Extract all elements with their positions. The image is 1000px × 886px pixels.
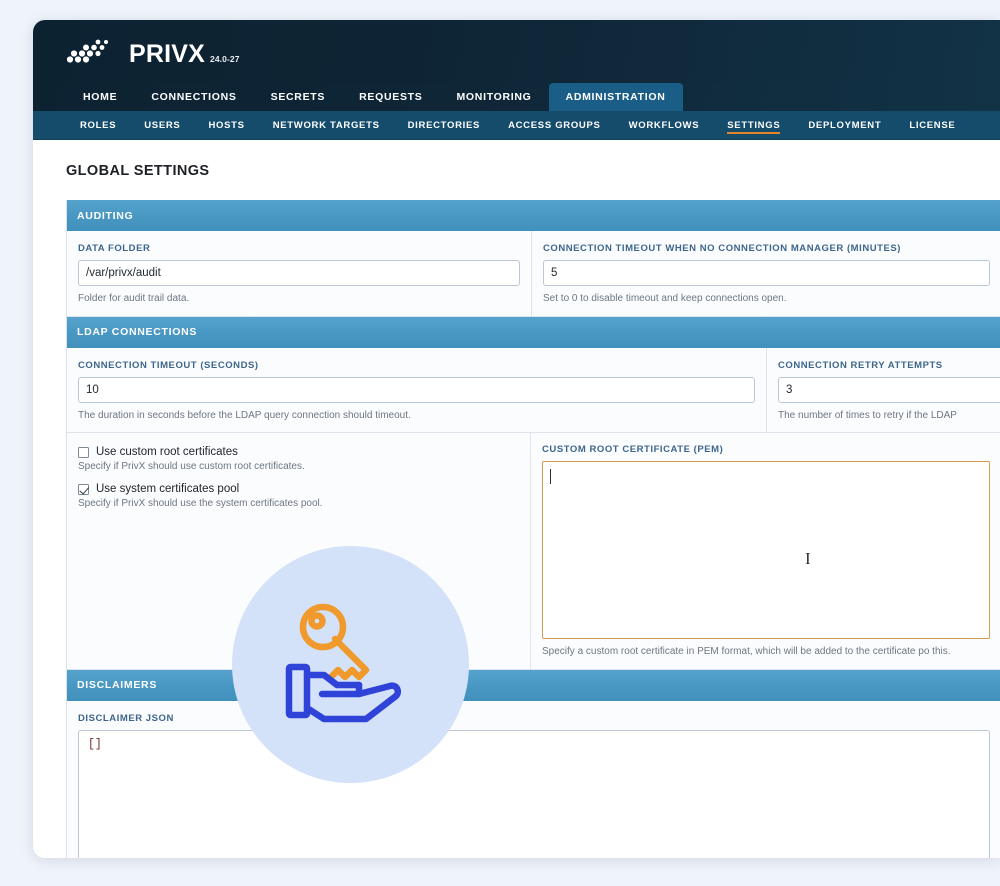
subnav-item-workflows[interactable]: WORKFLOWS bbox=[615, 111, 714, 139]
nav-item-monitoring[interactable]: MONITORING bbox=[439, 83, 548, 111]
nav-item-home[interactable]: HOME bbox=[66, 83, 134, 111]
section-header-disclaimers: DISCLAIMERS bbox=[66, 669, 1000, 701]
ldap-custom-certificate-column: CUSTOM ROOT CERTIFICATE (PEM) I Specify … bbox=[531, 433, 1000, 669]
page-title: GLOBAL SETTINGS bbox=[66, 163, 210, 179]
subnav-item-access-groups[interactable]: ACCESS GROUPS bbox=[494, 111, 615, 139]
custom-root-certificate-label: CUSTOM ROOT CERTIFICATE (PEM) bbox=[542, 444, 724, 455]
subnav-item-roles[interactable]: ROLES bbox=[66, 111, 130, 139]
ldap-retry-attempts-label: CONNECTION RETRY ATTEMPTS bbox=[778, 359, 943, 371]
ldap-retry-attempts-input[interactable] bbox=[778, 376, 1000, 403]
auditing-left-column: DATA FOLDER Folder for audit trail data. bbox=[67, 231, 532, 316]
use-system-certificates-pool-label: Use system certificates pool bbox=[96, 483, 240, 495]
ldap-connection-timeout-label: CONNECTION TIMEOUT (SECONDS) bbox=[78, 359, 259, 371]
subnav-item-network-targets[interactable]: NETWORK TARGETS bbox=[259, 111, 394, 139]
data-folder-help: Folder for audit trail data. bbox=[78, 293, 190, 304]
subnav-item-license[interactable]: LICENSE bbox=[895, 111, 969, 139]
section-header-auditing: AUDITING bbox=[66, 200, 1000, 231]
use-system-certificates-pool-row[interactable]: Use system certificates pool bbox=[78, 483, 519, 495]
disclaimer-json-textarea[interactable]: [] bbox=[78, 729, 990, 858]
section-body-ldap-certificates: Use custom root certificates Specify if … bbox=[66, 433, 1000, 670]
brand-logo[interactable]: PRIVX 24.0-27 bbox=[66, 39, 240, 67]
ldap-connection-timeout-help: The duration in seconds before the LDAP … bbox=[78, 409, 411, 421]
app-window: PRIVX 24.0-27 HOME CONNECTIONS SECRETS R… bbox=[33, 20, 1000, 858]
ldap-connection-timeout-input[interactable] bbox=[78, 376, 755, 403]
nav-item-connections[interactable]: CONNECTIONS bbox=[134, 83, 253, 111]
ldap-certificate-options-column: Use custom root certificates Specify if … bbox=[67, 433, 531, 669]
use-custom-root-certificates-help: Specify if PrivX should use custom root … bbox=[78, 461, 305, 472]
section-body-auditing: DATA FOLDER Folder for audit trail data.… bbox=[66, 231, 1000, 317]
nav-item-administration[interactable]: ADMINISTRATION bbox=[548, 83, 683, 111]
connection-timeout-no-manager-input[interactable] bbox=[543, 260, 990, 286]
mouse-ibeam-cursor: I bbox=[805, 549, 811, 568]
subnav-item-users[interactable]: USERS bbox=[130, 111, 194, 139]
subnav-item-settings[interactable]: SETTINGS bbox=[713, 111, 794, 139]
primary-nav: HOME CONNECTIONS SECRETS REQUESTS MONITO… bbox=[33, 83, 1000, 111]
privx-dots-logo-icon bbox=[66, 39, 108, 63]
content-area: GLOBAL SETTINGS AUDITING DATA FOLDER Fol… bbox=[33, 163, 1000, 858]
use-custom-root-certificates-row[interactable]: Use custom root certificates bbox=[78, 446, 519, 458]
data-folder-label: DATA FOLDER bbox=[78, 243, 151, 254]
ldap-timeout-column: CONNECTION TIMEOUT (SECONDS) The duratio… bbox=[67, 347, 767, 432]
use-system-certificates-pool-checkbox[interactable] bbox=[78, 483, 89, 495]
masthead: PRIVX 24.0-27 bbox=[33, 20, 1000, 83]
brand-name: PRIVX bbox=[129, 40, 206, 68]
disclaimer-json-column: DISCLAIMER JSON [] bbox=[67, 701, 1000, 858]
nav-item-requests[interactable]: REQUESTS bbox=[342, 83, 439, 111]
use-custom-root-certificates-label: Use custom root certificates bbox=[96, 446, 238, 458]
subnav-item-directories[interactable]: DIRECTORIES bbox=[394, 111, 494, 139]
nav-item-secrets[interactable]: SECRETS bbox=[254, 83, 343, 111]
subnav-item-deployment[interactable]: DEPLOYMENT bbox=[794, 111, 895, 139]
custom-root-certificate-help: Specify a custom root certificate in PEM… bbox=[542, 646, 951, 657]
ldap-retry-column: CONNECTION RETRY ATTEMPTS The number of … bbox=[767, 348, 1000, 433]
use-system-certificates-pool-help: Specify if PrivX should use the system c… bbox=[78, 498, 323, 509]
section-header-ldap-connections: LDAP CONNECTIONS bbox=[66, 316, 1000, 348]
screen: PRIVX 24.0-27 HOME CONNECTIONS SECRETS R… bbox=[0, 0, 1000, 886]
text-caret bbox=[550, 469, 552, 484]
section-body-ldap-timeouts: CONNECTION TIMEOUT (SECONDS) The duratio… bbox=[66, 347, 1000, 433]
ldap-retry-attempts-help: The number of times to retry if the LDAP bbox=[778, 409, 957, 421]
secondary-nav: ROLES USERS HOSTS NETWORK TARGETS DIRECT… bbox=[33, 111, 1000, 140]
data-folder-input[interactable] bbox=[78, 260, 520, 286]
brand-version: 24.0-27 bbox=[210, 54, 240, 64]
disclaimer-json-label: DISCLAIMER JSON bbox=[78, 712, 174, 724]
subnav-item-hosts[interactable]: HOSTS bbox=[194, 111, 258, 139]
section-body-disclaimers: DISCLAIMER JSON [] bbox=[66, 700, 1000, 858]
connection-timeout-no-manager-help: Set to 0 to disable timeout and keep con… bbox=[543, 293, 787, 304]
custom-root-certificate-textarea[interactable]: I bbox=[542, 461, 990, 639]
auditing-right-column: CONNECTION TIMEOUT WHEN NO CONNECTION MA… bbox=[532, 231, 1000, 316]
connection-timeout-no-manager-label: CONNECTION TIMEOUT WHEN NO CONNECTION MA… bbox=[543, 243, 901, 254]
use-custom-root-certificates-checkbox[interactable] bbox=[78, 446, 89, 458]
settings-panel: AUDITING DATA FOLDER Folder for audit tr… bbox=[66, 200, 1000, 858]
